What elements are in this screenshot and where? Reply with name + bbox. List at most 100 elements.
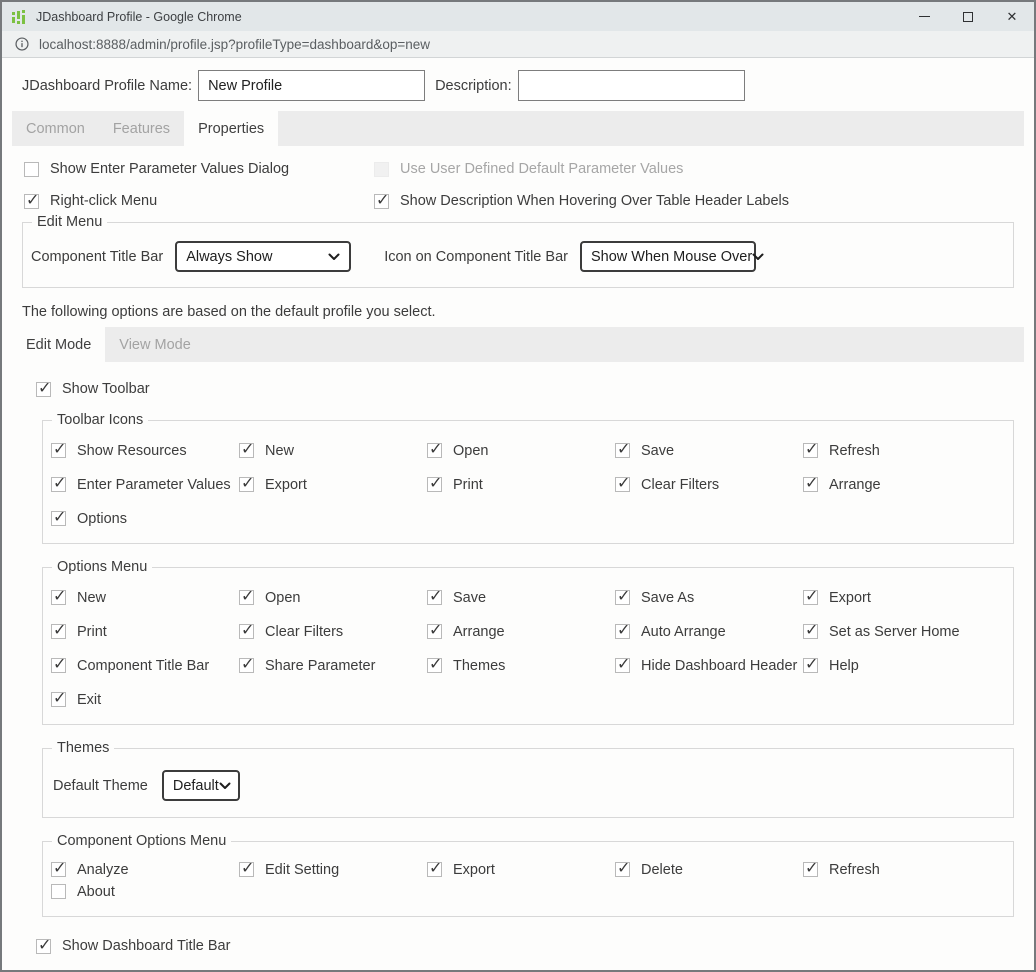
checkbox[interactable] [51,477,66,492]
checkbox[interactable] [51,658,66,673]
checkbox[interactable] [615,443,630,458]
checkbox[interactable] [51,511,66,526]
checkbox[interactable] [803,590,818,605]
option-export[interactable]: Export [239,474,427,495]
checkbox[interactable] [615,624,630,639]
option-show-dashboard-title-bar[interactable]: Show Dashboard Title Bar [36,938,1014,954]
option-right-click-menu[interactable]: Right-click Menu [24,193,374,209]
checkbox-label: Refresh [829,862,880,878]
minimize-button[interactable] [902,2,946,31]
option-clear-filters[interactable]: Clear Filters [615,474,803,495]
maximize-button[interactable] [946,2,990,31]
checkbox[interactable] [24,162,39,177]
themes-legend: Themes [52,740,114,756]
option-new[interactable]: New [51,587,239,608]
option-print[interactable]: Print [51,621,239,642]
checkbox[interactable] [51,692,66,707]
checkbox[interactable] [803,658,818,673]
checkbox[interactable] [36,382,51,397]
checkbox[interactable] [615,658,630,673]
url-text[interactable]: localhost:8888/admin/profile.jsp?profile… [39,37,430,52]
checkbox[interactable] [427,477,442,492]
checkbox[interactable] [239,477,254,492]
close-button[interactable]: ✕ [990,2,1034,31]
option-show-resources[interactable]: Show Resources [51,440,239,461]
default-theme-label: Default Theme [53,778,148,794]
checkbox[interactable] [51,884,66,899]
checkbox[interactable] [427,590,442,605]
checkbox[interactable] [615,590,630,605]
checkbox[interactable] [427,443,442,458]
tab-features[interactable]: Features [99,111,184,146]
option-export[interactable]: Export [427,859,615,880]
option-edit-setting[interactable]: Edit Setting [239,859,427,880]
option-open[interactable]: Open [239,587,427,608]
option-save[interactable]: Save [427,587,615,608]
option-enter-parameter-values[interactable]: Enter Parameter Values [51,474,239,495]
tab-properties[interactable]: Properties [184,111,278,146]
checkbox[interactable] [427,658,442,673]
checkbox[interactable] [51,590,66,605]
checkbox[interactable] [374,194,389,209]
description-input[interactable] [518,70,745,101]
checkbox-label: Show Description When Hovering Over Tabl… [400,193,789,209]
checkbox[interactable] [239,590,254,605]
checkbox[interactable] [427,862,442,877]
description-label: Description: [435,78,512,94]
checkbox[interactable] [239,862,254,877]
option-help[interactable]: Help [803,655,1005,676]
option-show-toolbar[interactable]: Show Toolbar [36,381,1014,397]
info-icon[interactable] [15,37,29,51]
checkbox[interactable] [427,624,442,639]
themes-fieldset: Themes Default Theme Default [42,740,1014,818]
option-share-parameter[interactable]: Share Parameter [239,655,427,676]
option-hide-dashboard-header[interactable]: Hide Dashboard Header [615,655,803,676]
option-exit[interactable]: Exit [51,689,239,710]
option-clear-filters[interactable]: Clear Filters [239,621,427,642]
option-arrange[interactable]: Arrange [803,474,1005,495]
option-new[interactable]: New [239,440,427,461]
option-refresh[interactable]: Refresh [803,859,1005,880]
option-themes[interactable]: Themes [427,655,615,676]
option-show-description-hover[interactable]: Show Description When Hovering Over Tabl… [374,193,1014,209]
address-bar[interactable]: localhost:8888/admin/profile.jsp?profile… [2,31,1034,58]
profile-name-input[interactable] [198,70,425,101]
option-arrange[interactable]: Arrange [427,621,615,642]
component-title-bar-select[interactable]: Always Show [175,241,351,272]
checkbox[interactable] [239,443,254,458]
option-options[interactable]: Options [51,508,239,529]
option-open[interactable]: Open [427,440,615,461]
option-save-as[interactable]: Save As [615,587,803,608]
checkbox[interactable] [615,477,630,492]
checkbox[interactable] [51,624,66,639]
checkbox[interactable] [239,658,254,673]
checkbox[interactable] [51,443,66,458]
option-component-title-bar[interactable]: Component Title Bar [51,655,239,676]
option-analyze[interactable]: Analyze [51,859,239,880]
chevron-down-icon [752,249,764,265]
option-about[interactable]: About [51,881,239,902]
tab-view-mode[interactable]: View Mode [105,327,204,362]
checkbox[interactable] [239,624,254,639]
option-export[interactable]: Export [803,587,1005,608]
checkbox[interactable] [24,194,39,209]
checkbox[interactable] [803,624,818,639]
option-show-enter-parameter-values-dialog[interactable]: Show Enter Parameter Values Dialog [24,161,374,177]
checkbox[interactable] [51,862,66,877]
checkbox[interactable] [615,862,630,877]
checkbox[interactable] [36,939,51,954]
icon-on-component-title-bar-select[interactable]: Show When Mouse Over [580,241,756,272]
tab-common[interactable]: Common [12,111,99,146]
option-auto-arrange[interactable]: Auto Arrange [615,621,803,642]
default-theme-select[interactable]: Default [162,770,240,801]
checkbox[interactable] [803,443,818,458]
option-delete[interactable]: Delete [615,859,803,880]
checkbox[interactable] [803,477,818,492]
checkbox[interactable] [803,862,818,877]
tab-edit-mode[interactable]: Edit Mode [12,327,105,362]
edit-menu-row: Component Title Bar Always Show Icon on … [31,241,1005,272]
option-set-as-server-home[interactable]: Set as Server Home [803,621,1005,642]
option-refresh[interactable]: Refresh [803,440,1005,461]
option-print[interactable]: Print [427,474,615,495]
option-save[interactable]: Save [615,440,803,461]
